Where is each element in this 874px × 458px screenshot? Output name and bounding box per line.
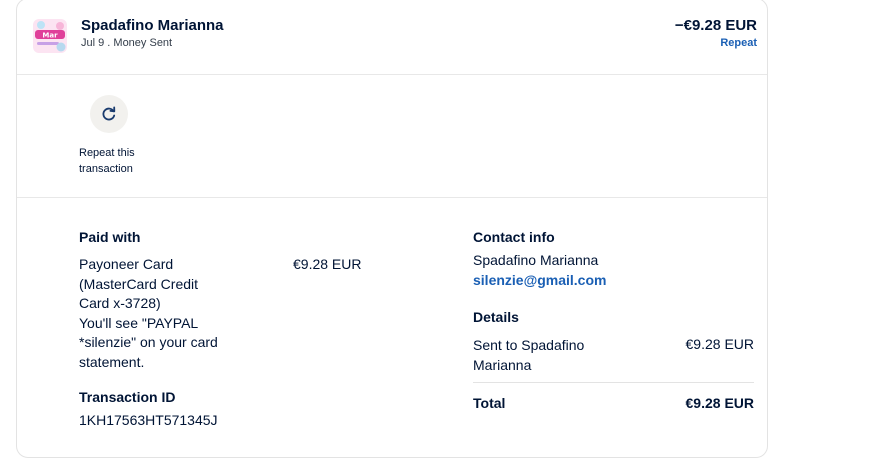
repeat-transaction-label: Repeat this transaction [79, 145, 159, 177]
header-divider [17, 74, 767, 75]
merchant-name: Spadafino Marianna [81, 17, 224, 34]
section-divider [17, 197, 767, 198]
total-label: Total [473, 395, 506, 411]
paid-amount: €9.28 EUR [293, 256, 362, 272]
transaction-header[interactable]: Mar Spadafino Marianna Jul 9 . Money Sen… [17, 0, 767, 75]
payment-line: statement. [79, 353, 145, 370]
payment-line: *silenzie" on your card [79, 334, 218, 350]
repeat-label-line2: transaction [79, 163, 133, 175]
details-title: Details [473, 309, 519, 325]
payment-line: You'll see "PAYPAL [79, 314, 199, 331]
contact-email-link[interactable]: silenzie@gmail.com [473, 272, 606, 288]
svg-text:Mar: Mar [42, 32, 58, 40]
sent-amount: €9.28 EUR [685, 336, 754, 352]
sent-to-line2: Marianna [473, 356, 532, 373]
payment-line: Payoneer Card [79, 256, 174, 272]
payment-line: Card x-3728) [79, 295, 161, 311]
repeat-transaction-button[interactable]: Repeat this transaction [79, 95, 159, 177]
sent-to-line1: Sent to Spadafino [473, 337, 585, 353]
transaction-date-type: Jul 9 . Money Sent [81, 37, 173, 49]
repeat-link[interactable]: Repeat [720, 37, 757, 49]
payment-method-details: Payoneer Card (MasterCard Credit Card x-… [79, 255, 259, 372]
payment-line: (MasterCard Credit [79, 275, 199, 292]
merchant-avatar: Mar [33, 19, 67, 53]
contact-info-title: Contact info [473, 229, 555, 245]
sent-to-description: Sent to Spadafino Marianna [473, 336, 584, 375]
contact-name: Spadafino Marianna [473, 252, 599, 268]
total-amount: €9.28 EUR [685, 395, 754, 411]
transaction-id-title: Transaction ID [79, 389, 176, 405]
transaction-card: Mar Spadafino Marianna Jul 9 . Money Sen… [16, 0, 768, 458]
repeat-icon-circle[interactable] [90, 95, 128, 133]
repeat-label-line1: Repeat this [79, 147, 135, 159]
total-divider [473, 382, 754, 383]
transaction-amount: −€9.28 EUR [674, 17, 757, 34]
paid-with-title: Paid with [79, 229, 141, 245]
refresh-icon [102, 106, 116, 121]
transaction-id-value: 1KH17563HT571345J [79, 412, 218, 428]
